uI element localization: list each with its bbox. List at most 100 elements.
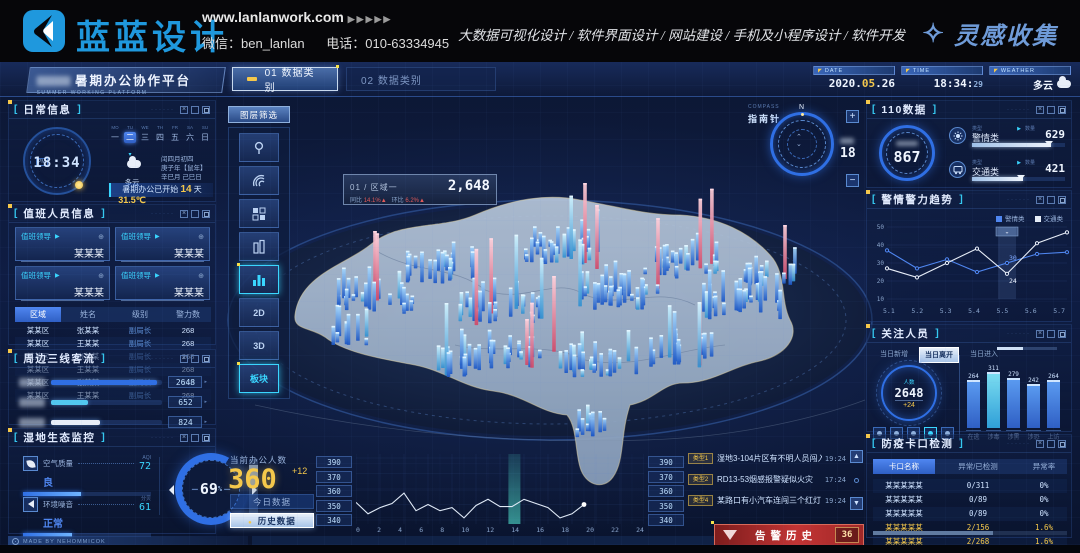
panel-eco-monitor: [湿地生态监控] ······ × 空气质量 AQI72 良 环境噪音 分贝61…	[8, 428, 216, 534]
fullscreen-icon[interactable]	[1058, 440, 1066, 448]
more-icon[interactable]: ⊕	[98, 272, 104, 280]
checkpoint-header-cell[interactable]: 卡口名称	[873, 459, 935, 474]
layer-button-2D[interactable]: 2D	[239, 298, 279, 327]
duty-leader-card[interactable]: 值班领导▶⊕某某某	[15, 227, 110, 261]
minimize-icon[interactable]	[191, 355, 199, 363]
alert-item[interactable]: 类型2 RD13-53烟感报警疑似火灾17:24	[688, 471, 846, 488]
focus-bar[interactable]: 242涉恐	[1026, 377, 1041, 441]
fullscreen-icon[interactable]	[1058, 196, 1066, 204]
close-icon[interactable]: ×	[1036, 440, 1044, 448]
scroll-up-icon[interactable]: ▲	[850, 450, 863, 463]
fullscreen-icon[interactable]	[202, 106, 210, 114]
close-icon[interactable]: ×	[1036, 106, 1044, 114]
flow-fill	[51, 420, 100, 425]
more-icon[interactable]: ⊕	[198, 233, 204, 241]
tab-data-category-1[interactable]: 01 数据类别	[232, 67, 338, 91]
history-data-button[interactable]: 历史数据	[230, 513, 314, 528]
flow-track	[51, 400, 162, 405]
alert-time: 17:24	[825, 476, 846, 484]
fullscreen-icon[interactable]	[202, 355, 210, 363]
tab-data-category-2[interactable]: 02 数据类别	[346, 67, 496, 91]
layer-button-板块[interactable]: 板块	[239, 364, 279, 393]
alert-history-button[interactable]: 告警历史 36	[714, 524, 864, 546]
site-url[interactable]: www.lanlanwork.com ▶▶▶▶▶	[202, 9, 392, 25]
alert-item[interactable]: 类型1湿地3-104片区有不明人员闯入19:24	[688, 450, 846, 467]
checkpoint-header-cell[interactable]: 异常率	[1021, 459, 1067, 474]
dashboard: 暑期办公协作平台 SUMMER WORKING PLATFORM 01 数据类别…	[0, 62, 1080, 545]
fullscreen-icon[interactable]	[1058, 330, 1066, 338]
gauge-left-arrow[interactable]	[164, 485, 174, 495]
minimize-icon[interactable]	[191, 434, 199, 442]
layer-button-pin[interactable]	[239, 133, 279, 162]
focus-bar[interactable]: 264在逃	[966, 373, 981, 441]
minimize-icon[interactable]	[191, 210, 199, 218]
close-icon[interactable]: ×	[180, 434, 188, 442]
close-icon[interactable]: ×	[180, 106, 188, 114]
duty-leader-card[interactable]: 值班领导▶⊕某某某	[15, 266, 110, 300]
focus-bar[interactable]: 264上访	[1046, 373, 1061, 441]
close-icon[interactable]: ×	[1036, 196, 1044, 204]
services-list: 大数据可视化设计 / 软件界面设计 / 网站建设 / 手机及小程序设计 / 软件…	[458, 24, 908, 44]
alarm-count: 629	[1045, 128, 1065, 141]
flow-row: 824▸	[19, 416, 207, 428]
focus-bar[interactable]: 279涉黑	[1006, 371, 1021, 441]
scroll-down-icon[interactable]: ▼	[850, 497, 863, 510]
zoom-out-button[interactable]: −	[846, 174, 859, 187]
focus-slider[interactable]	[997, 347, 1057, 350]
weekday-cell[interactable]: MO一	[109, 125, 121, 161]
date-widget: DATE 2020.05.26	[813, 66, 895, 92]
noise-metric: 环境噪音 分贝61 正常	[23, 495, 151, 537]
close-icon[interactable]: ×	[180, 210, 188, 218]
more-icon[interactable]: ⊕	[198, 272, 204, 280]
checkpoint-cell: 0%	[1021, 479, 1067, 493]
lanlan-logo-icon	[22, 9, 66, 53]
panel-title: 110数据	[881, 102, 926, 117]
weekday-cell[interactable]: WE三	[139, 125, 151, 161]
layer-button-grid[interactable]	[239, 199, 279, 228]
fullscreen-icon[interactable]	[202, 210, 210, 218]
focus-tab[interactable]: 当日离开	[919, 347, 959, 363]
layer-button-3D[interactable]: 3D	[239, 331, 279, 360]
minimize-icon[interactable]	[1047, 106, 1055, 114]
checkpoint-cell: 某某某某某	[873, 479, 935, 493]
focus-bar[interactable]: 311涉毒	[986, 365, 1001, 441]
arrows-decor: ▶▶▶▶▶	[348, 14, 393, 24]
more-icon[interactable]: ⊕	[98, 233, 104, 241]
layer-filter-buttons: 2D 3D 板块	[228, 127, 290, 399]
alarm-row: 类型交通类▶数量421	[949, 159, 1065, 185]
compass-dial[interactable]	[770, 112, 834, 176]
minimize-icon[interactable]	[191, 106, 199, 114]
bar-value: 264	[968, 373, 979, 380]
gear-icon	[12, 538, 19, 545]
checkpoint-header-cell[interactable]: 异常/已检测	[935, 459, 1021, 474]
zoom-in-button[interactable]: +	[846, 110, 859, 123]
today-data-button[interactable]: 今日数据	[230, 494, 314, 509]
fullscreen-icon[interactable]	[202, 434, 210, 442]
alert-text: 某路口有小汽车连闯三个红灯	[717, 495, 822, 506]
bar-rect	[1047, 380, 1060, 428]
checkpoint-cell: 某某某某某	[873, 507, 935, 521]
duty-leader-card[interactable]: 值班领导▶⊕某某某	[115, 266, 210, 300]
arrow-icon: ▶	[155, 272, 160, 279]
panel-trend: [警情警力趋势] ······ × 警情类交通类 5040302010⌄3024…	[866, 190, 1072, 322]
office-count-delta: +12	[292, 466, 307, 476]
bar-rect	[967, 380, 980, 428]
minimize-icon[interactable]	[1047, 196, 1055, 204]
layer-button-radar[interactable]	[239, 166, 279, 195]
checkpoint-scrollbar[interactable]	[873, 531, 1067, 535]
alert-text: RD13-53烟感报警疑似火灾	[717, 474, 822, 485]
office-yaxis-right: 390370360350340	[648, 456, 684, 529]
layer-button-barchart[interactable]	[239, 265, 279, 294]
duty-leader-card[interactable]: 值班领导▶⊕某某某	[115, 227, 210, 261]
arrow-icon: ▶	[1017, 160, 1021, 166]
layer-button-building[interactable]	[239, 232, 279, 261]
close-icon[interactable]: ×	[1036, 330, 1044, 338]
fullscreen-icon[interactable]	[1058, 106, 1066, 114]
minimize-icon[interactable]	[1047, 440, 1055, 448]
alert-type-tag: 类型2	[688, 474, 713, 485]
compass-crosshair: ⌃⌄	[796, 134, 802, 148]
bar-rect	[1027, 384, 1040, 428]
close-icon[interactable]: ×	[180, 355, 188, 363]
alert-item[interactable]: 类型4某路口有小汽车连闯三个红灯19:24	[688, 492, 846, 509]
minimize-icon[interactable]	[1047, 330, 1055, 338]
